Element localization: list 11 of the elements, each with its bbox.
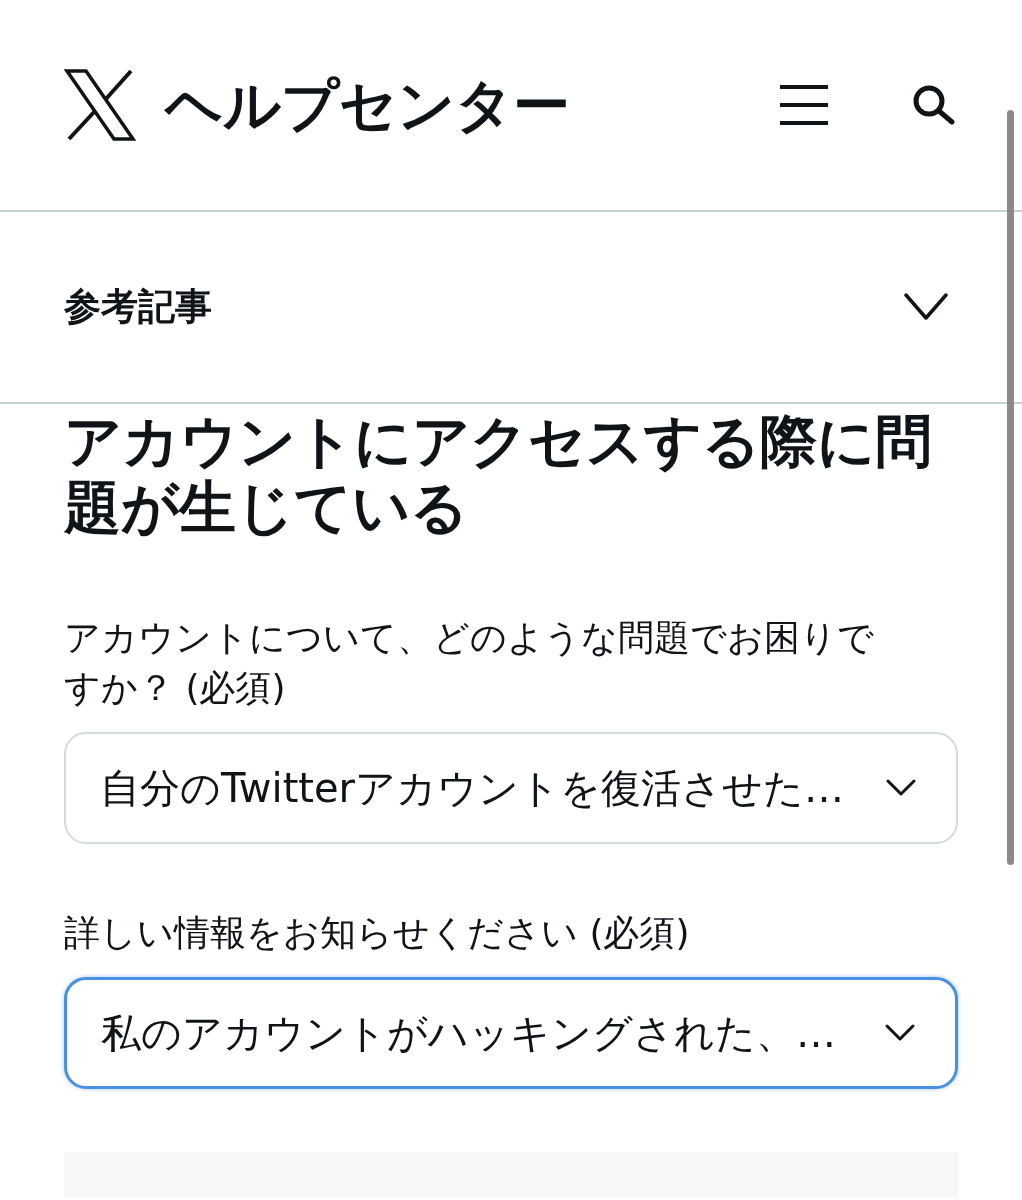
article-title: アカウントにアクセスする際に問題が生じている: [64, 408, 933, 540]
chevron-down-icon: [886, 779, 916, 797]
field-label: アカウントについて、どのような問題でお困りですか？ (必須): [64, 616, 875, 710]
search-icon[interactable]: [912, 85, 956, 125]
site-title: ヘルプセンター: [165, 70, 570, 140]
chevron-down-icon: [885, 1024, 915, 1042]
menu-icon[interactable]: [780, 85, 828, 125]
dropdown-select[interactable]: 私のアカウントがハッキングされた、…: [64, 977, 958, 1089]
field-label: 詳しい情報をお知らせください (必須): [64, 911, 691, 955]
logo-icon[interactable]: [64, 69, 136, 141]
dropdown-select[interactable]: 自分のTwitterアカウントを復活させた…: [64, 732, 958, 844]
